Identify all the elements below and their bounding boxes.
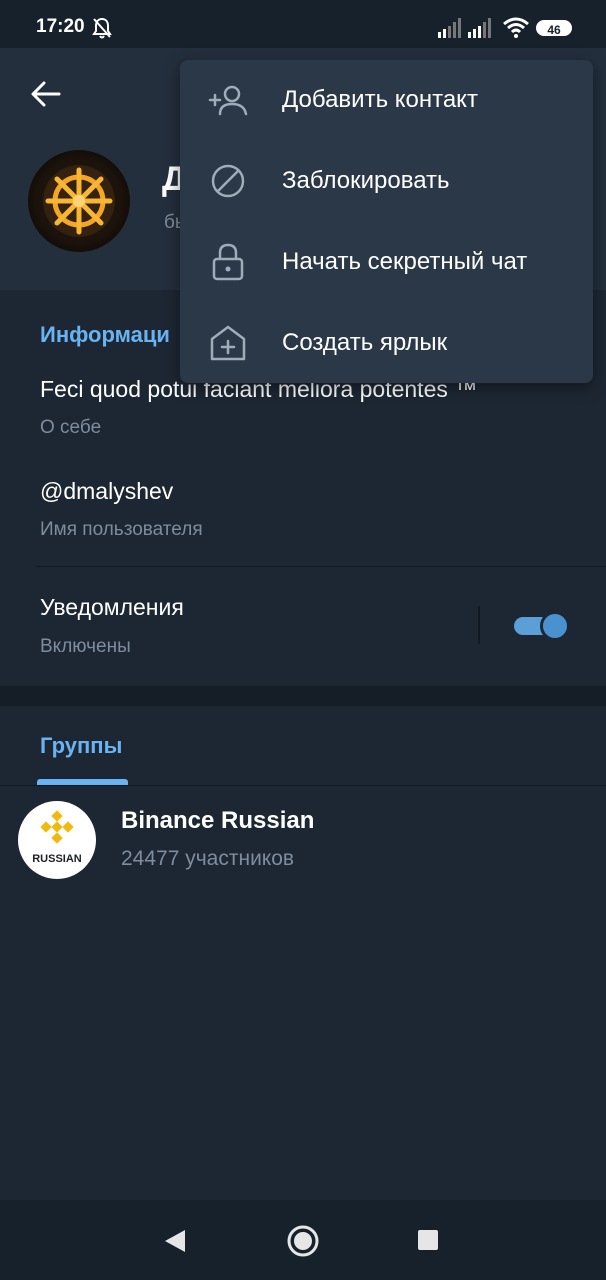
block-icon (211, 164, 245, 198)
group-members: 24477 участников (121, 847, 295, 870)
info-section-title: Информаци (40, 322, 170, 347)
menu-item-create-shortcut[interactable]: Создать ярлык (180, 303, 593, 383)
menu-label: Создать ярлык (282, 329, 448, 356)
notifications-label: Уведомления (40, 594, 184, 620)
nav-home-icon[interactable] (286, 1224, 320, 1258)
username-label: Имя пользователя (40, 519, 203, 540)
profile-avatar[interactable] (28, 150, 130, 252)
status-bar: 17:20 46 (0, 0, 606, 48)
username-row[interactable]: @dmalyshev Имя пользователя (0, 474, 606, 566)
add-shortcut-icon (210, 325, 246, 361)
nav-back-icon[interactable] (163, 1228, 187, 1254)
signal-icon (438, 18, 461, 38)
menu-label: Заблокировать (282, 167, 450, 194)
signal-icon-2 (468, 18, 491, 38)
tabs-divider (0, 785, 606, 786)
menu-item-add-contact[interactable]: Добавить контакт (180, 60, 593, 140)
arrow-left-icon (31, 81, 61, 107)
binance-logo-icon (40, 810, 74, 844)
toggle-separator (478, 606, 480, 644)
menu-label: Добавить контакт (282, 86, 478, 113)
menu-label: Начать секретный чат (282, 248, 528, 275)
group-avatar-text: RUSSIAN (32, 853, 82, 865)
notifications-row[interactable]: Уведомления Включены (0, 590, 470, 680)
bio-label: О себе (40, 417, 102, 438)
notifications-toggle[interactable] (514, 611, 570, 641)
group-name: Binance Russian (121, 807, 315, 834)
list-item[interactable]: RUSSIAN Binance Russian 24477 участников (0, 792, 606, 888)
group-avatar: RUSSIAN (18, 801, 96, 879)
menu-item-block[interactable]: Заблокировать (180, 141, 593, 221)
bell-off-icon (92, 17, 112, 39)
sun-wheel-icon (43, 165, 115, 237)
wifi-icon (503, 17, 529, 38)
back-button[interactable] (26, 74, 66, 114)
context-menu: Добавить контакт Заблокировать Начать се… (180, 60, 593, 383)
system-nav-bar (0, 1200, 606, 1280)
status-time: 17:20 (36, 16, 85, 37)
username-text: @dmalyshev (40, 478, 174, 504)
divider (36, 566, 606, 567)
menu-item-secret-chat[interactable]: Начать секретный чат (180, 222, 593, 302)
notifications-state: Включены (40, 636, 131, 657)
lock-icon (212, 243, 244, 281)
nav-recents-icon[interactable] (417, 1229, 439, 1251)
add-contact-icon (208, 85, 248, 116)
toggle-knob (540, 611, 570, 641)
battery-indicator: 46 (536, 20, 572, 37)
bio-row[interactable]: Feci quod potui faciant meliora potentes… (0, 372, 606, 462)
tab-groups[interactable]: Группы (40, 733, 122, 759)
section-gap (0, 686, 606, 706)
